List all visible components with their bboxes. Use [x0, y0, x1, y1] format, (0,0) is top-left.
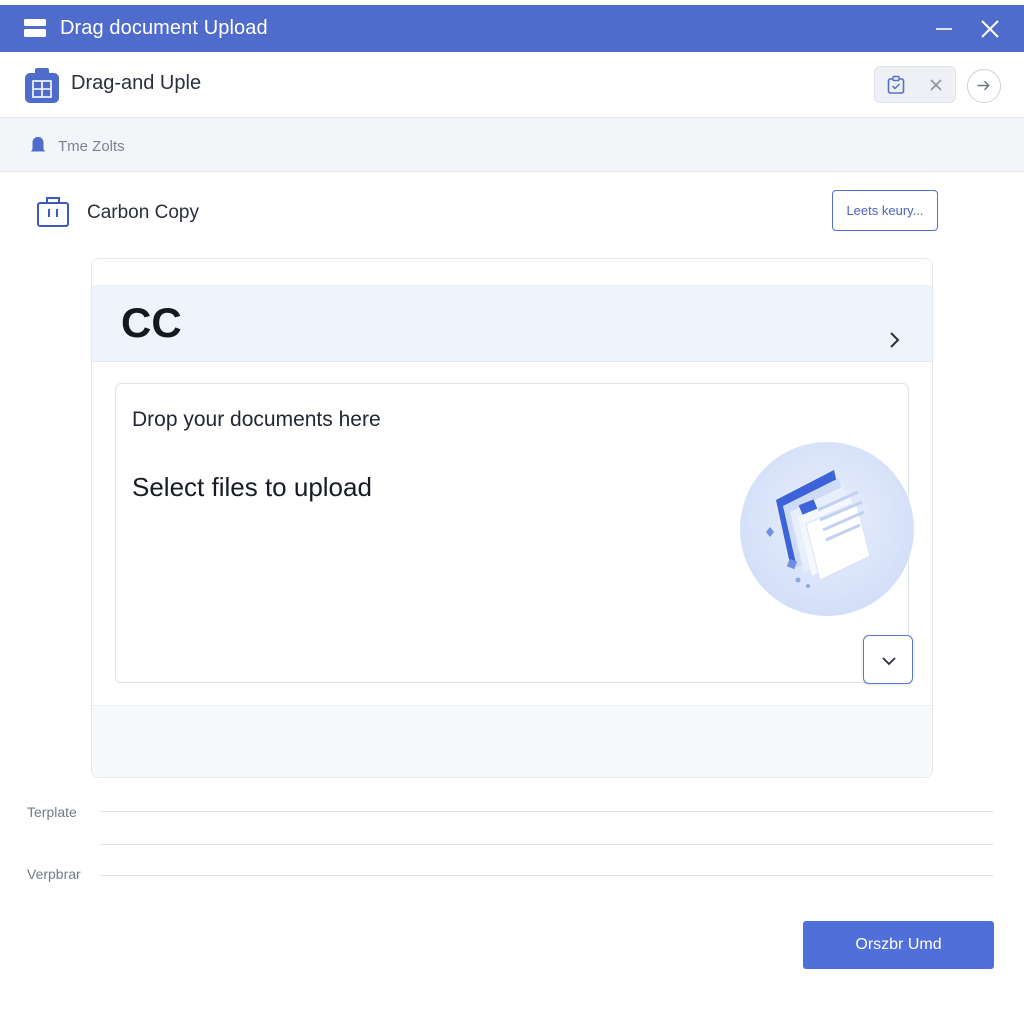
chevron-down-icon [882, 657, 896, 666]
learn-more-button[interactable]: Leets keury... [832, 190, 938, 231]
verpbrar-field-label: Verpbrar [27, 866, 81, 882]
documents-stack-icon [740, 442, 914, 616]
minimize-icon[interactable] [934, 18, 954, 38]
dropdown-toggle-button[interactable] [863, 635, 913, 684]
forward-button[interactable] [967, 69, 1001, 103]
card-title: CC [121, 299, 182, 346]
select-files-link[interactable]: Select files to upload [132, 472, 372, 503]
window-titlebar: Drag document Upload [0, 5, 1024, 52]
bell-icon [31, 137, 45, 152]
card-footer [92, 705, 932, 777]
section-title: Carbon Copy [87, 202, 199, 223]
template-field[interactable] [100, 811, 994, 812]
close-icon[interactable] [926, 75, 946, 95]
verpbrar-field[interactable] [100, 875, 994, 876]
close-icon[interactable] [979, 18, 1001, 40]
field-divider [100, 844, 994, 845]
card-header[interactable]: CC [92, 285, 932, 362]
breadcrumb-item[interactable]: Tme Zolts [58, 138, 125, 155]
app-name: Drag-and Uple [71, 72, 202, 94]
breadcrumb: Tme Zolts [0, 118, 1024, 172]
window-title: Drag document Upload [60, 17, 268, 39]
app-logo-icon [25, 68, 59, 103]
arrow-right-icon [977, 80, 990, 91]
window-app-icon [24, 19, 46, 37]
submit-upload-button[interactable]: Orszbr Umd [803, 921, 994, 969]
app-header: Drag-and Uple [0, 52, 1024, 118]
chevron-right-icon [890, 332, 900, 348]
dropzone-label: Drop your documents here [132, 408, 381, 431]
header-toolbar [874, 66, 956, 103]
clipboard-icon[interactable] [886, 75, 906, 95]
template-field-label: Terplate [27, 804, 77, 820]
briefcase-icon [37, 197, 69, 227]
